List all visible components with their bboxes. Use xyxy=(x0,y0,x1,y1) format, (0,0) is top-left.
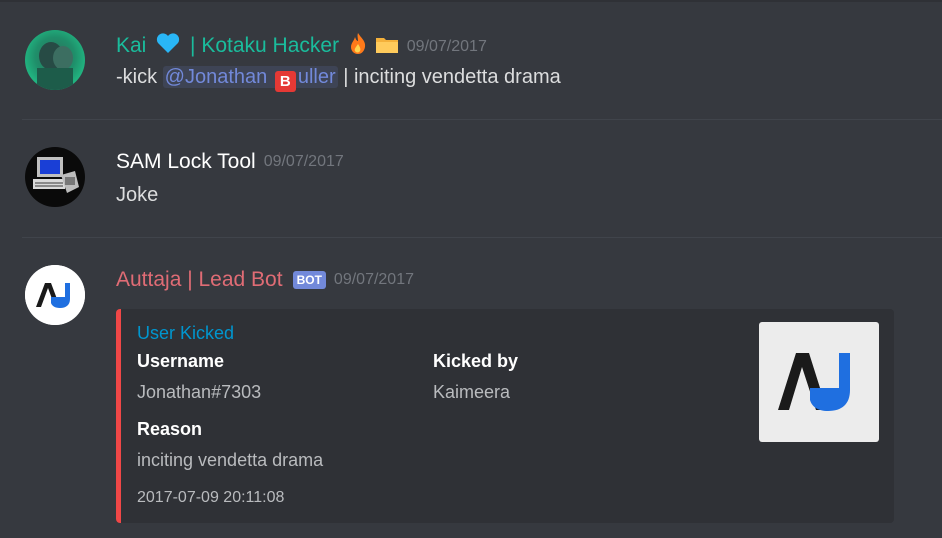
message-header: Auttaja | Lead Bot BOT 09/07/2017 xyxy=(116,268,414,292)
message-divider xyxy=(22,237,942,238)
message-divider xyxy=(22,119,942,120)
avatar-sam-lock-tool[interactable] xyxy=(25,147,85,207)
folder-icon xyxy=(375,35,399,60)
message-header: SAM Lock Tool 09/07/2017 xyxy=(116,150,344,174)
auttaja-logo-icon xyxy=(778,353,850,411)
fire-icon xyxy=(349,32,367,61)
field-name-reason: Reason xyxy=(137,419,203,439)
author-name[interactable]: Auttaja | Lead Bot xyxy=(116,268,283,292)
author-name-text[interactable]: Kai xyxy=(116,34,146,57)
mention-end[interactable]: uller xyxy=(298,66,336,88)
author-suffix-text[interactable]: | Kotaku Hacker xyxy=(190,34,339,57)
field-name-kicked-by: Kicked by xyxy=(433,351,519,371)
embed-footer-timestamp: 2017-07-09 20:11:08 xyxy=(137,489,285,506)
avatar-auttaja[interactable] xyxy=(25,265,85,325)
field-value-username: Jonathan#7303 xyxy=(137,382,262,402)
message-header: Kai | Kotaku Hacker 09/07/2017 xyxy=(116,32,487,61)
timestamp: 09/07/2017 xyxy=(333,271,414,288)
bot-tag: BOT xyxy=(292,271,326,289)
mention-start[interactable]: @Jonathan xyxy=(165,66,268,88)
b-button-icon: B xyxy=(274,71,296,92)
avatar-kai[interactable] xyxy=(25,30,85,90)
author-name[interactable]: Kai | Kotaku Hacker xyxy=(116,32,399,61)
field-value-reason: inciting vendetta drama xyxy=(137,450,324,470)
kick-embed: User Kicked Username Jonathan#7303 Kicke… xyxy=(116,309,894,523)
timestamp: 09/07/2017 xyxy=(406,37,487,55)
field-name-username: Username xyxy=(137,351,225,371)
timestamp: 09/07/2017 xyxy=(263,153,344,170)
embed-title[interactable]: User Kicked xyxy=(137,323,234,344)
embed-thumbnail[interactable] xyxy=(759,322,879,442)
content-prefix: -kick xyxy=(116,66,163,88)
user-mention[interactable]: @Jonathan Buller xyxy=(162,66,338,92)
message-content: -kick @Jonathan Buller | inciting vendet… xyxy=(116,66,561,92)
blue-heart-icon xyxy=(156,33,180,60)
author-name[interactable]: SAM Lock Tool xyxy=(116,150,256,174)
top-edge xyxy=(0,0,942,2)
field-value-kicked-by: Kaimeera xyxy=(433,382,511,402)
message-content: Joke xyxy=(116,184,159,206)
content-suffix: | inciting vendetta drama xyxy=(337,66,561,88)
embed-color-bar xyxy=(116,309,121,523)
